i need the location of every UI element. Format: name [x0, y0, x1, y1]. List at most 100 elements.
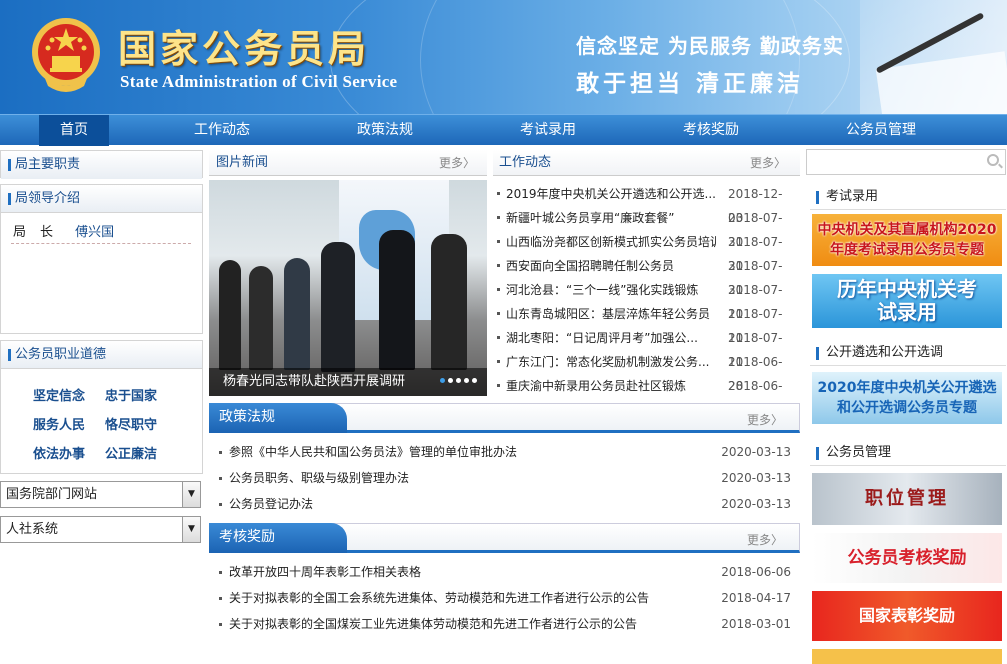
list-item-title[interactable]: 新疆叶城公务员享用“廉政套餐” [506, 206, 716, 230]
rewards-tab[interactable]: 考核奖励 [209, 523, 347, 553]
carousel-dot[interactable] [464, 378, 469, 383]
list-item[interactable]: 参照《中华人民共和国公务员法》管理的单位审批办法 2020-03-13 [219, 439, 791, 465]
carousel-dot[interactable] [440, 378, 445, 383]
list-item-title[interactable]: 西安面向全国招聘聘任制公务员 [506, 254, 716, 278]
nav-item-work-news[interactable]: 工作动态 [182, 115, 262, 146]
national-emblem-icon [32, 18, 100, 92]
list-item-title[interactable]: 广东江门：常态化奖励机制激发公务... [506, 350, 716, 374]
ethic-item: 公正廉洁 [105, 447, 158, 462]
nav-item-management[interactable]: 公务员管理 [836, 115, 926, 146]
photo-news-image[interactable]: 杨春光同志带队赴陕西开展调研 [209, 180, 487, 396]
list-item[interactable]: 山东青岛城阳区：基层淬炼年轻公务员 2018-07-11 [496, 302, 796, 345]
work-news-more-link[interactable]: 更多〉 [750, 150, 786, 176]
photo-news-header: 图片新闻 更多〉 [209, 150, 487, 176]
list-item[interactable]: 公务员职务、职级与级别管理办法 2020-03-13 [219, 465, 791, 491]
divider [11, 243, 191, 244]
policy-band: 政策法规 更多〉 [209, 403, 800, 433]
gov-sites-select[interactable]: 国务院部门网站 ▼ [0, 481, 201, 508]
list-item-date: 2018-06-06 [721, 565, 791, 579]
nav-item-rewards[interactable]: 考核奖励 [671, 115, 751, 146]
list-item-title[interactable]: 山东青岛城阳区：基层淬炼年轻公务员 [506, 302, 716, 326]
list-item-title[interactable]: 2019年度中央机关公开遴选和公开选... [506, 182, 716, 206]
list-item-date: 2018-03-01 [721, 617, 791, 631]
select-section-title[interactable]: 公开遴选和公开选调 [810, 340, 1006, 366]
site-title: 国家公务员局 [118, 26, 371, 71]
work-news-header: 工作动态 更多〉 [493, 150, 800, 176]
list-item-title[interactable]: 关于对拟表彰的全国工会系统先进集体、劳动模范和先进工作者进行公示的公告 [229, 585, 699, 611]
list-item-title[interactable]: 山西临汾尧都区创新模式抓实公务员培训 [506, 230, 716, 254]
nav-item-exam[interactable]: 考试录用 [508, 115, 588, 146]
list-item-title[interactable]: 改革开放四十周年表彰工作相关表格 [229, 559, 699, 585]
ethics-box: 公务员职业道德 坚定信念 忠于国家 服务人民 恪尽职守 依法办事 公正廉洁 [0, 340, 203, 474]
hr-system-select[interactable]: 人社系统 ▼ [0, 516, 201, 543]
search-icon[interactable] [987, 154, 999, 166]
list-item[interactable]: 改革开放四十周年表彰工作相关表格 2018-06-06 [219, 559, 791, 585]
rewards-more-link[interactable]: 更多〉 [747, 531, 783, 548]
carousel-dots [437, 372, 477, 386]
ethic-item: 坚定信念 [33, 389, 86, 404]
list-item[interactable]: 湖北枣阳：“日记周评月考”加强公... 2018-07-11 [496, 326, 796, 369]
list-item-title[interactable]: 关于对拟表彰的全国煤炭工业先进集体劳动模范和先进工作者进行公示的公告 [229, 611, 699, 637]
list-item-title[interactable]: 重庆渝中新录用公务员赴社区锻炼 [506, 374, 716, 398]
duties-title[interactable]: 局主要职责 [1, 151, 202, 179]
national-award-banner[interactable]: 国家表彰奖励 [812, 591, 1002, 641]
photo-news-title: 图片新闻 [216, 155, 269, 170]
site-title-en: State Administration of Civil Service [120, 72, 398, 91]
policy-more-link[interactable]: 更多〉 [747, 411, 783, 428]
list-item-title[interactable]: 参照《中华人民共和国公务员法》管理的单位审批办法 [229, 439, 699, 465]
slogan-line-1: 信念坚定 为民服务 勤政务实 [576, 34, 844, 58]
nav-item-policy[interactable]: 政策法规 [345, 115, 425, 146]
carousel-dot[interactable] [472, 378, 477, 383]
header-decoration [860, 0, 1007, 114]
list-item-title[interactable]: 河北沧县：“三个一线”强化实践锻炼 [506, 278, 716, 302]
ethic-item: 忠于国家 [105, 389, 158, 404]
main-nav: 首页 工作动态 政策法规 考试录用 考核奖励 公务员管理 [0, 114, 1007, 146]
list-item-date: 2020-03-13 [721, 471, 791, 485]
list-item-date: 2020-03-13 [721, 445, 791, 459]
exam-2020-banner[interactable]: 中央机关及其直属机构2020年度考试录用公务员专题 [812, 214, 1002, 266]
carousel-dot[interactable] [448, 378, 453, 383]
carousel-dot[interactable] [456, 378, 461, 383]
policy-tab[interactable]: 政策法规 [209, 403, 347, 433]
work-news-title: 工作动态 [499, 155, 552, 170]
nav-item-home[interactable]: 首页 [39, 115, 109, 146]
rewards-band: 考核奖励 更多〉 [209, 523, 800, 553]
chevron-down-icon: ▼ [182, 482, 200, 507]
list-item[interactable]: 重庆渝中新录用公务员赴社区锻炼2018-06-28 [496, 374, 796, 417]
list-item[interactable]: 关于对拟表彰的全国工会系统先进集体、劳动模范和先进工作者进行公示的公告 2018-… [219, 585, 791, 611]
list-item[interactable]: 广东江门：常态化奖励机制激发公务... 2018-06-28 [496, 350, 796, 393]
list-item[interactable]: 2019年度中央机关公开遴选和公开选... 2018-12-03 [496, 182, 796, 225]
duties-box: 局主要职责 [0, 150, 203, 179]
leader-role: 局长 [13, 225, 68, 240]
list-item[interactable]: 河北沧县：“三个一线”强化实践锻炼 2018-07-11 [496, 278, 796, 321]
ethic-item: 依法办事 [33, 447, 86, 462]
site-header: 国家公务员局 State Administration of Civil Ser… [0, 0, 1007, 114]
list-item-title[interactable]: 公务员职务、职级与级别管理办法 [229, 465, 699, 491]
list-item-title[interactable]: 湖北枣阳：“日记周评月考”加强公... [506, 326, 716, 350]
ethic-item: 服务人民 [33, 418, 86, 433]
search-input[interactable] [806, 149, 1006, 175]
photo-news-more-link[interactable]: 更多〉 [439, 150, 475, 176]
leader-name-link[interactable]: 傅兴国 [75, 225, 114, 240]
slogan-line-2: 敢于担当 清正廉洁 [576, 71, 805, 97]
chevron-down-icon: ▼ [182, 517, 200, 542]
next-banner[interactable] [812, 649, 1002, 664]
list-item-date: 2020-03-13 [721, 497, 791, 511]
list-item[interactable]: 山西临汾尧都区创新模式抓实公务员培训 2018-07-31 [496, 230, 796, 273]
list-item-date: 2018-04-17 [721, 591, 791, 605]
leaders-title[interactable]: 局领导介绍 [1, 185, 202, 213]
list-item[interactable]: 公务员登记办法 2020-03-13 [219, 491, 791, 517]
list-item-title[interactable]: 公务员登记办法 [229, 491, 699, 517]
leaders-box: 局领导介绍 局长 傅兴国 [0, 184, 203, 334]
list-item[interactable]: 关于对拟表彰的全国煤炭工业先进集体劳动模范和先进工作者进行公示的公告 2018-0… [219, 611, 791, 637]
select-2020-banner[interactable]: 2020年度中央机关公开遴选和公开选调公务员专题 [812, 372, 1002, 424]
post-management-banner[interactable]: 职位管理 [812, 473, 1002, 525]
exam-section-title[interactable]: 考试录用 [810, 184, 1006, 210]
ethic-item: 恪尽职守 [105, 418, 158, 433]
list-item[interactable]: 新疆叶城公务员享用“廉政套餐” 2018-07-31 [496, 206, 796, 249]
assess-reward-banner[interactable]: 公务员考核奖励 [812, 533, 1002, 583]
management-section-title[interactable]: 公务员管理 [810, 440, 1006, 466]
list-item[interactable]: 西安面向全国招聘聘任制公务员 2018-07-31 [496, 254, 796, 297]
ethics-title[interactable]: 公务员职业道德 [1, 341, 202, 369]
history-exam-banner[interactable]: 历年中央机关考试录用 [812, 274, 1002, 328]
